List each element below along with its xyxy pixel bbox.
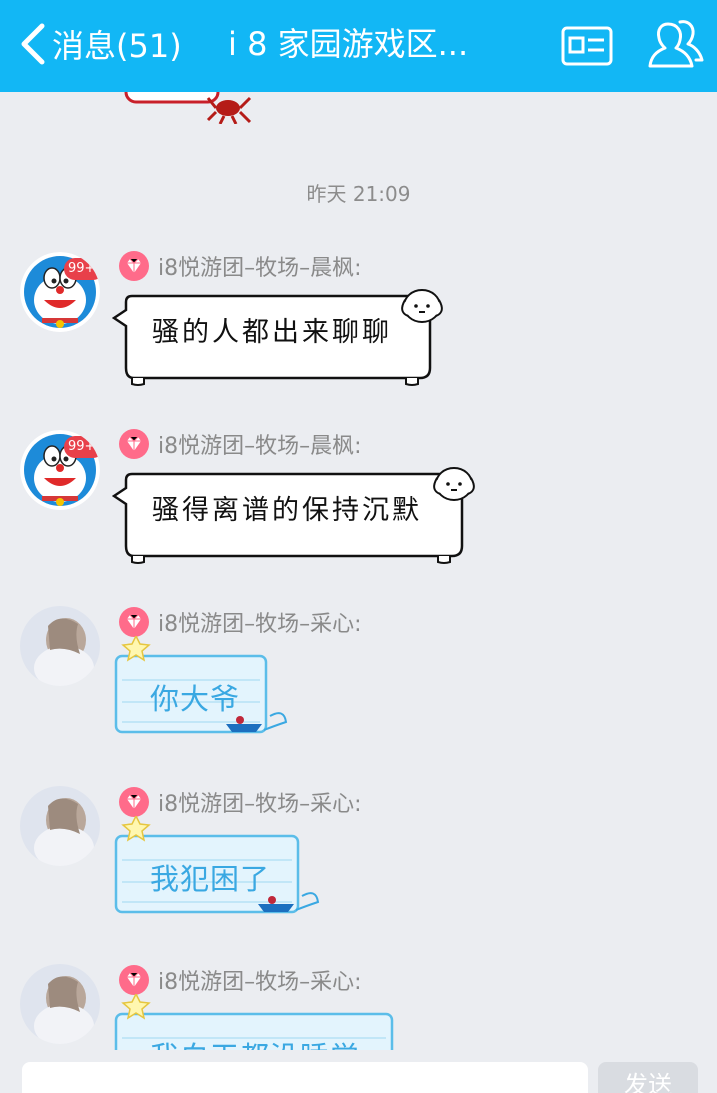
sender-row: i8悦游团–牧场–采心: [118,606,362,638]
sender-row: i8悦游团–牧场–晨枫: [118,250,362,282]
previous-message-bubble [124,92,252,124]
message-bubble[interactable]: 你大爷 [114,636,304,746]
group-members-icon[interactable] [646,12,706,72]
message-text: 我犯困了 [150,862,271,896]
sender-name: i8悦游团–牧场–采心: [158,612,362,637]
diamond-badge-icon [119,607,149,637]
doraemon-avatar[interactable]: 99+ [20,252,100,332]
composer-bar: 发送 [0,1050,717,1093]
back-button[interactable]: 消息(51) [16,20,182,68]
message-text: 骚得离谱的保持沉默 [152,495,422,526]
chat-header: 消息(51) i 8 家园游戏区... [0,0,717,92]
sender-name: i8悦游团–牧场–采心: [158,792,362,817]
doraemon-avatar[interactable]: 99+ [20,430,100,510]
message-bubble[interactable]: 我白天都没睡觉 [114,994,414,1050]
puppy-sticker-icon [401,289,443,323]
sender-row: i8悦游团–牧场–采心: [118,786,362,818]
chat-title[interactable]: i 8 家园游戏区... [228,20,528,68]
puppy-sticker-icon [433,467,475,501]
girl-avatar[interactable] [20,964,100,1044]
back-label: 消息(51) [52,27,182,65]
diamond-badge-icon [119,429,149,459]
group-card-icon[interactable] [561,26,613,66]
message-bubble[interactable]: 骚得离谱的保持沉默 [112,466,482,568]
message-bubble[interactable]: 骚的人都出来聊聊 [112,288,452,390]
message-text: 我白天都没睡觉 [150,1034,360,1050]
chevron-left-icon [21,23,45,65]
sender-name: i8悦游团–牧场–采心: [158,970,362,995]
diamond-badge-icon [119,787,149,817]
girl-avatar[interactable] [20,606,100,686]
unread-badge: 99+ [64,436,100,458]
sender-name: i8悦游团–牧场–晨枫: [158,256,362,281]
diamond-badge-icon [119,251,149,281]
message-timestamp: 昨天 21:09 [306,182,411,206]
send-button[interactable]: 发送 [598,1062,698,1093]
chat-area[interactable]: 昨天 21:09 99+ i8悦游团–牧场–晨枫: 骚的人都出来聊聊 99+ i… [0,92,717,1050]
lobster-sticker-icon [206,96,252,124]
sender-row: i8悦游团–牧场–晨枫: [118,428,362,460]
message-text: 你大爷 [150,682,241,716]
message-bubble[interactable]: 我犯困了 [114,816,334,926]
unread-badge: 99+ [64,258,100,280]
message-text: 骚的人都出来聊聊 [152,317,392,348]
sender-row: i8悦游团–牧场–采心: [118,964,362,996]
diamond-badge-icon [119,965,149,995]
girl-avatar[interactable] [20,786,100,866]
message-input[interactable] [22,1062,588,1093]
sender-name: i8悦游团–牧场–晨枫: [158,434,362,459]
